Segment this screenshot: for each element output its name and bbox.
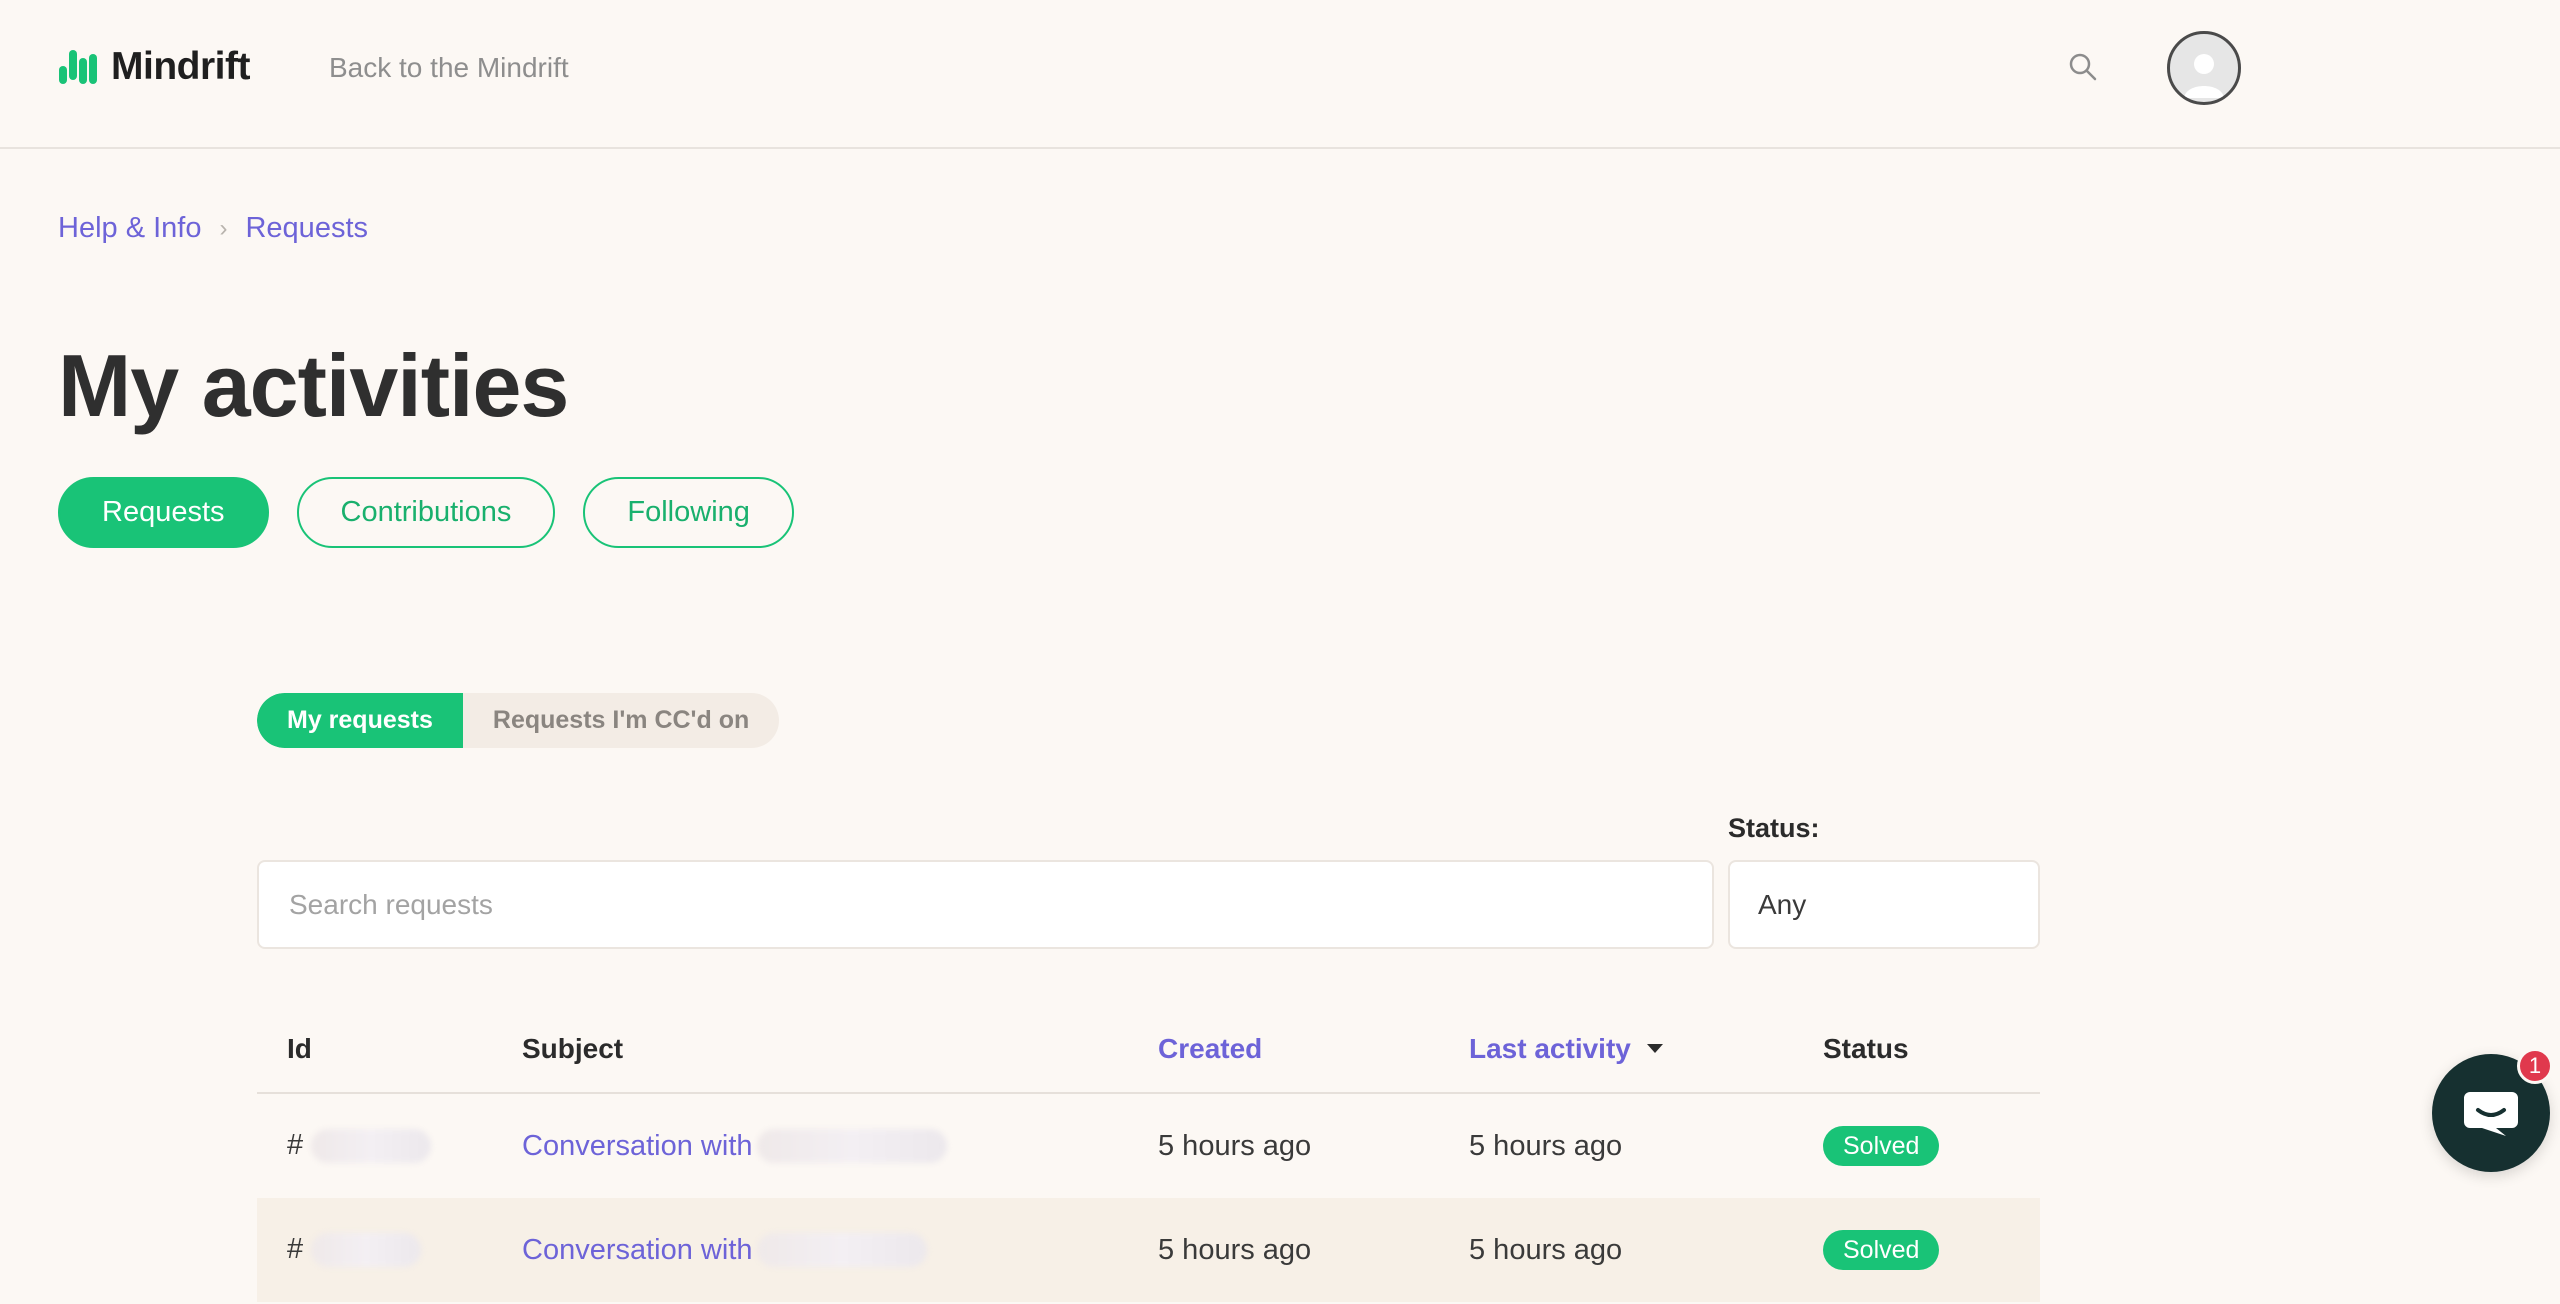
table-row: # Conversation with 5 hours ago 5 hours … [257,1198,2040,1302]
search-icon[interactable] [2066,50,2100,84]
row-last-activity: 5 hours ago [1469,1233,1623,1266]
row-subject-link[interactable]: Conversation with [522,1233,927,1267]
row-status: Solved [1823,1126,1940,1166]
status-badge: Solved [1823,1126,1940,1166]
row-subject-text: Conversation with [522,1233,753,1266]
tab-my-requests[interactable]: My requests [257,693,463,748]
caret-down-icon [1646,1044,1663,1053]
tab-requests[interactable]: Requests [58,477,269,548]
breadcrumb-help-info[interactable]: Help & Info [58,212,201,245]
request-filter-tabs: My requests Requests I'm CC'd on [257,693,780,748]
row-created: 5 hours ago [1158,1233,1312,1266]
status-filter-label: Status: [1728,813,1820,843]
tab-contributions[interactable]: Contributions [296,477,556,548]
user-avatar-icon [2184,54,2224,98]
row-id-text: # [287,1232,304,1265]
header-last-activity[interactable]: Last activity [1469,1033,1663,1065]
requests-table: Id Subject Created Last activity Status … [257,1005,2040,1302]
row-last-activity: 5 hours ago [1469,1129,1623,1162]
redacted-id [311,1233,422,1268]
header-subject: Subject [522,1032,624,1064]
activity-tabs: Requests Contributions Following [58,477,794,548]
page-title: My activities [58,336,569,435]
top-header: Mindrift Back to the Mindrift [0,0,2560,149]
row-status: Solved [1823,1230,1940,1270]
row-subject-link[interactable]: Conversation with [522,1129,947,1163]
row-id-text: # [287,1128,304,1161]
header-last-activity-label: Last activity [1469,1032,1631,1064]
row-subject-text: Conversation with [522,1129,753,1162]
header-created[interactable]: Created [1158,1033,1262,1065]
row-id: # [287,1232,422,1268]
header-status: Status [1823,1032,1909,1064]
tab-requests-cc[interactable]: Requests I'm CC'd on [463,693,779,748]
redacted-id [311,1129,432,1164]
user-avatar[interactable] [2167,31,2241,105]
chat-bubble-icon [2464,1092,2518,1136]
redacted-name [756,1129,947,1163]
breadcrumb: Help & Info › Requests [58,212,368,245]
row-id: # [287,1128,432,1164]
table-header: Id Subject Created Last activity Status [257,1005,2040,1094]
logo-text: Mindrift [111,45,250,88]
row-created: 5 hours ago [1158,1129,1312,1162]
status-select[interactable]: Any [1728,860,2040,949]
redacted-name [756,1233,927,1267]
search-requests-input[interactable] [257,860,1714,949]
breadcrumb-requests[interactable]: Requests [245,212,368,245]
back-to-mindrift-link[interactable]: Back to the Mindrift [329,52,569,84]
chevron-right-icon: › [219,214,228,242]
mindrift-logo-icon [59,50,97,84]
table-row: # Conversation with 5 hours ago 5 hours … [257,1094,2040,1198]
tab-following[interactable]: Following [583,477,794,548]
status-badge: Solved [1823,1230,1940,1270]
mindrift-logo[interactable]: Mindrift [57,44,250,90]
chat-notification-badge: 1 [2517,1048,2553,1084]
header-id: Id [287,1032,312,1064]
